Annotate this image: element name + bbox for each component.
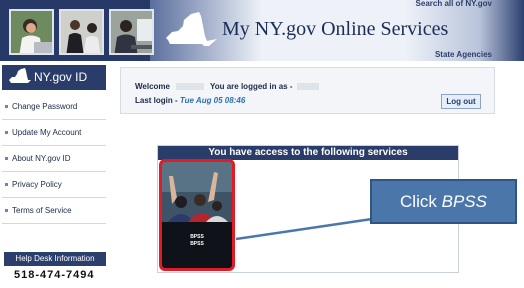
- instruction-callout: Click BPSS: [370, 179, 517, 224]
- callout-prefix: Click: [400, 192, 437, 211]
- callout-pointer-line: [235, 217, 373, 241]
- callout-target: BPSS: [441, 192, 487, 211]
- callout-text: Click BPSS: [372, 192, 515, 212]
